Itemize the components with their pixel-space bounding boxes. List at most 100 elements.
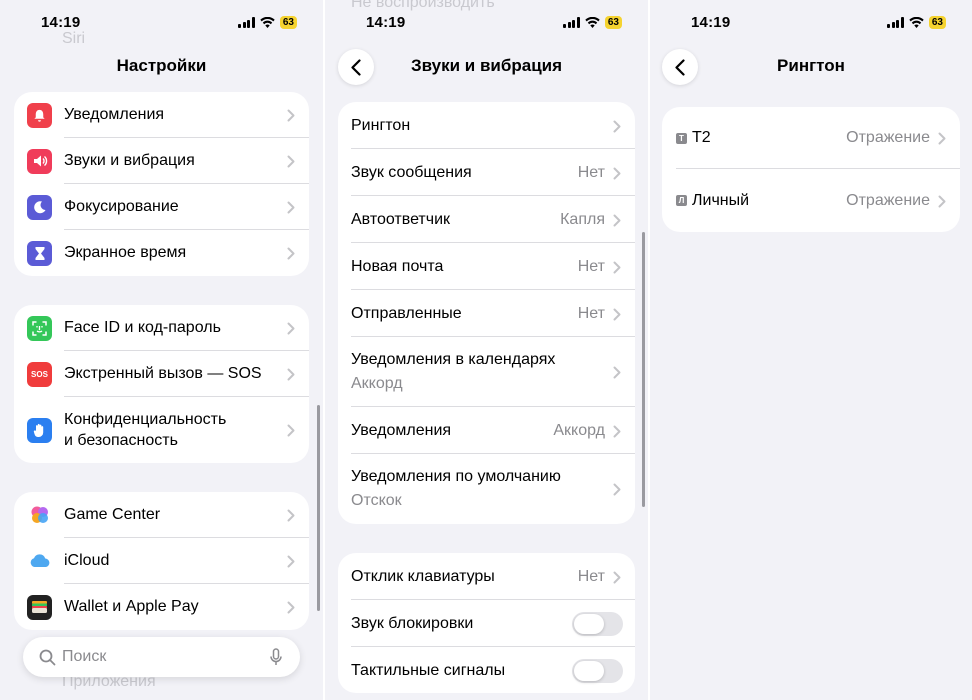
scroll-indicator[interactable]: [642, 232, 645, 507]
row-value: Аккорд: [553, 421, 605, 439]
sound-row-new-mail[interactable]: Новая почта Нет: [338, 243, 635, 290]
chevron-right-icon: [613, 425, 621, 437]
wifi-icon: [909, 17, 924, 28]
sound-row-default-alerts[interactable]: Уведомления по умолчанию Отскок: [338, 454, 635, 524]
ringtone-row-t2[interactable]: T T2 Отражение: [662, 107, 960, 169]
hourglass-icon: [27, 240, 52, 266]
settings-panel: Siri 14:19 63 Настройки Уведомления Звук…: [0, 0, 323, 700]
bell-icon: [27, 102, 52, 128]
status-bar: 14:19 63: [325, 14, 648, 34]
settings-row-faceid[interactable]: Face ID и код-пароль: [14, 305, 309, 351]
row-label: Уведомления: [64, 106, 165, 123]
chevron-right-icon: [613, 261, 621, 273]
sound-row-voicemail[interactable]: Автоответчик Капля: [338, 196, 635, 243]
sound-row-ringtone[interactable]: Рингтон: [338, 102, 635, 149]
settings-row-icloud[interactable]: iCloud: [14, 538, 309, 584]
sound-row-sent-mail[interactable]: Отправленные Нет: [338, 290, 635, 337]
settings-row-sos[interactable]: SOS Экстренный вызов — SOS: [14, 351, 309, 397]
row-subvalue: Аккорд: [351, 375, 403, 392]
row-label: Звуки и вибрация: [64, 152, 195, 169]
chevron-right-icon: [287, 247, 295, 260]
sounds-group-1: Рингтон Звук сообщения Нет Автоответчик …: [338, 102, 635, 524]
status-time: 14:19: [41, 14, 81, 31]
haptics-toggle[interactable]: [572, 658, 623, 683]
row-label: Личный: [692, 191, 750, 209]
sound-row-lock-sound: Звук блокировки: [338, 600, 635, 647]
chevron-right-icon: [613, 167, 621, 179]
chevron-right-icon: [938, 195, 946, 207]
chevron-right-icon: [287, 368, 295, 381]
row-label: Game Center: [64, 506, 161, 523]
row-value: Отражение: [846, 191, 930, 209]
row-label: Уведомления по умолчанию: [351, 468, 561, 485]
row-label-line2: и безопасность: [64, 432, 178, 449]
row-label: Тактильные сигналы: [351, 661, 506, 679]
row-label: Фокусирование: [64, 198, 179, 215]
settings-group-3: Game Center iCloud Wallet и Apple Pay: [14, 492, 309, 630]
scroll-indicator[interactable]: [317, 405, 320, 611]
settings-row-notifications[interactable]: Уведомления: [14, 92, 309, 138]
settings-row-game-center[interactable]: Game Center: [14, 492, 309, 538]
sound-row-reminders[interactable]: Уведомления Аккорд: [338, 407, 635, 454]
hand-icon: [27, 417, 52, 443]
chevron-right-icon: [613, 214, 621, 226]
row-subvalue: Отскок: [351, 492, 402, 509]
row-value: Нет: [577, 257, 605, 275]
row-label: Рингтон: [351, 116, 411, 134]
chevron-right-icon: [287, 555, 295, 568]
row-label: Экранное время: [64, 244, 187, 261]
sound-row-haptics: Тактильные сигналы: [338, 647, 635, 693]
settings-row-wallet[interactable]: Wallet и Apple Pay: [14, 584, 309, 630]
search-icon: [39, 649, 56, 665]
page-title: Рингтон: [777, 56, 845, 75]
settings-group-1: Уведомления Звуки и вибрация Фокусирован…: [14, 92, 309, 276]
sound-row-keyboard-feedback[interactable]: Отклик клавиатуры Нет: [338, 553, 635, 600]
sounds-group-2: Отклик клавиатуры Нет Звук блокировки Та…: [338, 553, 635, 693]
chevron-right-icon: [287, 424, 295, 437]
chevron-right-icon: [287, 322, 295, 335]
wifi-icon: [260, 17, 275, 28]
battery-indicator: 63: [604, 16, 622, 29]
signal-icon: [238, 17, 255, 28]
settings-group-2: Face ID и код-пароль SOS Экстренный вызо…: [14, 305, 309, 463]
chevron-right-icon: [287, 109, 295, 122]
chevron-right-icon: [287, 601, 295, 614]
row-label-line1: Конфиденциальность: [64, 411, 227, 428]
row-label: Отклик клавиатуры: [351, 567, 495, 585]
sounds-panel: Не воспроизводить 14:19 63 Звуки и вибра…: [325, 0, 648, 700]
chevron-right-icon: [613, 308, 621, 320]
chevron-right-icon: [613, 571, 621, 583]
row-label: Отправленные: [351, 304, 462, 322]
row-label: Автоответчик: [351, 210, 451, 228]
row-label: Wallet и Apple Pay: [64, 598, 199, 615]
status-time: 14:19: [366, 14, 406, 31]
wifi-icon: [585, 17, 600, 28]
search-bar[interactable]: Поиск: [23, 637, 300, 677]
microphone-icon[interactable]: [270, 648, 282, 666]
chevron-right-icon: [287, 509, 295, 522]
ghost-row-dnd: Не воспроизводить: [351, 0, 495, 11]
row-value: Нет: [577, 567, 605, 585]
settings-row-focus[interactable]: Фокусирование: [14, 184, 309, 230]
signal-icon: [887, 17, 904, 28]
moon-icon: [27, 194, 52, 220]
sound-row-calendar-alerts[interactable]: Уведомления в календарях Аккорд: [338, 337, 635, 407]
chevron-right-icon: [613, 483, 621, 496]
wallet-icon: [27, 594, 52, 620]
settings-row-sounds[interactable]: Звуки и вибрация: [14, 138, 309, 184]
settings-row-privacy[interactable]: Конфиденциальность и безопасность: [14, 397, 309, 463]
ringtone-row-personal[interactable]: Л Личный Отражение: [662, 169, 960, 232]
row-label: Уведомления в календарях: [351, 351, 556, 368]
battery-indicator: 63: [928, 16, 946, 29]
ringtone-sim-group: T T2 Отражение Л Личный Отражение: [662, 107, 960, 232]
row-value: Нет: [577, 163, 605, 181]
game-center-icon: [27, 502, 52, 528]
row-label: Уведомления: [351, 421, 452, 439]
sos-icon: SOS: [27, 361, 52, 387]
settings-row-screen-time[interactable]: Экранное время: [14, 230, 309, 276]
lock-sound-toggle[interactable]: [572, 611, 623, 636]
row-value: Отражение: [846, 129, 930, 146]
status-bar: 14:19 63: [0, 14, 323, 34]
page-title: Настройки: [116, 56, 207, 75]
sound-row-message[interactable]: Звук сообщения Нет: [338, 149, 635, 196]
